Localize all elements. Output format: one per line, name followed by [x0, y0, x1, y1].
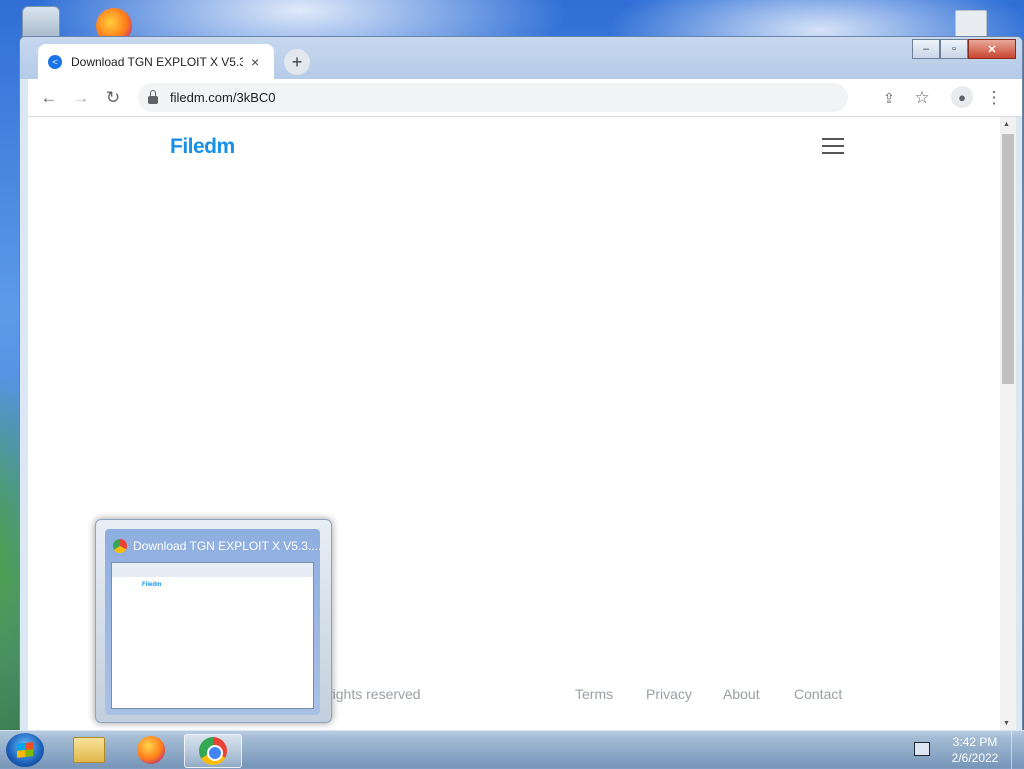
forward-arrow-icon[interactable]: → [70, 87, 92, 109]
clock-date: 2/6/2022 [951, 751, 999, 765]
scroll-up-icon[interactable]: ▲ [1003, 121, 1010, 128]
kebab-menu-icon[interactable]: ⋮ [983, 87, 1005, 109]
close-button[interactable]: ✕ [968, 39, 1016, 59]
vertical-scrollbar[interactable]: ▲ ▼ [1000, 117, 1016, 731]
back-arrow-icon[interactable]: ← [38, 87, 60, 109]
scroll-down-icon[interactable]: ▼ [1003, 720, 1010, 727]
address-bar[interactable]: filedm.com/3kBC0 [138, 83, 848, 112]
minimize-button[interactable]: – [912, 39, 940, 59]
footer-link-privacy[interactable]: Privacy [646, 686, 692, 702]
tab-close-icon[interactable]: × [251, 54, 259, 70]
site-logo[interactable]: Filedm [170, 135, 235, 159]
taskbar: 3:42 PM 2/6/2022 [0, 730, 1024, 769]
footer-link-contact[interactable]: Contact [794, 686, 842, 702]
share-icon[interactable]: ⇪ [878, 87, 900, 109]
window-controls: – ▫ ✕ [912, 39, 1016, 59]
maximize-button[interactable]: ▫ [940, 39, 968, 59]
footer-link-terms[interactable]: Terms [575, 686, 613, 702]
share-favicon-icon: < [48, 54, 62, 69]
hamburger-menu-icon[interactable] [822, 138, 844, 154]
scroll-thumb[interactable] [1002, 134, 1014, 384]
browser-toolbar: ← → ↻ filedm.com/3kBC0 ⇪ ☆ ● ⋮ [28, 79, 1022, 117]
footer-link-about[interactable]: About [723, 686, 760, 702]
new-tab-button[interactable]: + [284, 49, 310, 75]
taskbar-thumbnail-preview[interactable]: Download TGN EXPLOIT X V5.3.... Filedm [95, 519, 332, 723]
preview-title: Download TGN EXPLOIT X V5.3.... [133, 539, 322, 553]
chrome-icon [113, 539, 127, 553]
network-icon[interactable] [914, 742, 930, 756]
taskbar-chrome[interactable] [184, 734, 242, 768]
preview-frame: Download TGN EXPLOIT X V5.3.... Filedm [105, 529, 322, 715]
bookmark-star-icon[interactable]: ☆ [911, 87, 933, 109]
start-button[interactable] [6, 733, 44, 767]
window-titlebar[interactable]: < Download TGN EXPLOIT X V5.3.0 × + – ▫ … [20, 37, 1022, 79]
browser-tab[interactable]: < Download TGN EXPLOIT X V5.3.0 × [38, 44, 274, 79]
folder-icon [73, 737, 105, 763]
firefox-icon [137, 736, 165, 764]
lock-icon[interactable] [148, 89, 158, 104]
reload-icon[interactable]: ↻ [102, 87, 124, 109]
tab-title: Download TGN EXPLOIT X V5.3.0 [71, 54, 243, 69]
taskbar-explorer[interactable] [61, 734, 117, 766]
chrome-icon [199, 737, 227, 765]
mini-toolbar [112, 563, 313, 577]
footer-copyright: rights reserved [328, 686, 421, 702]
mini-logo: Filedm [142, 582, 162, 588]
preview-screenshot[interactable]: Filedm [111, 562, 314, 709]
url-text[interactable]: filedm.com/3kBC0 [170, 90, 275, 105]
clock-time: 3:42 PM [952, 735, 998, 749]
system-clock[interactable]: 3:42 PM 2/6/2022 [945, 734, 1005, 766]
taskbar-firefox[interactable] [123, 734, 179, 766]
show-desktop-button[interactable] [1011, 731, 1024, 769]
profile-avatar-icon[interactable]: ● [951, 86, 973, 108]
